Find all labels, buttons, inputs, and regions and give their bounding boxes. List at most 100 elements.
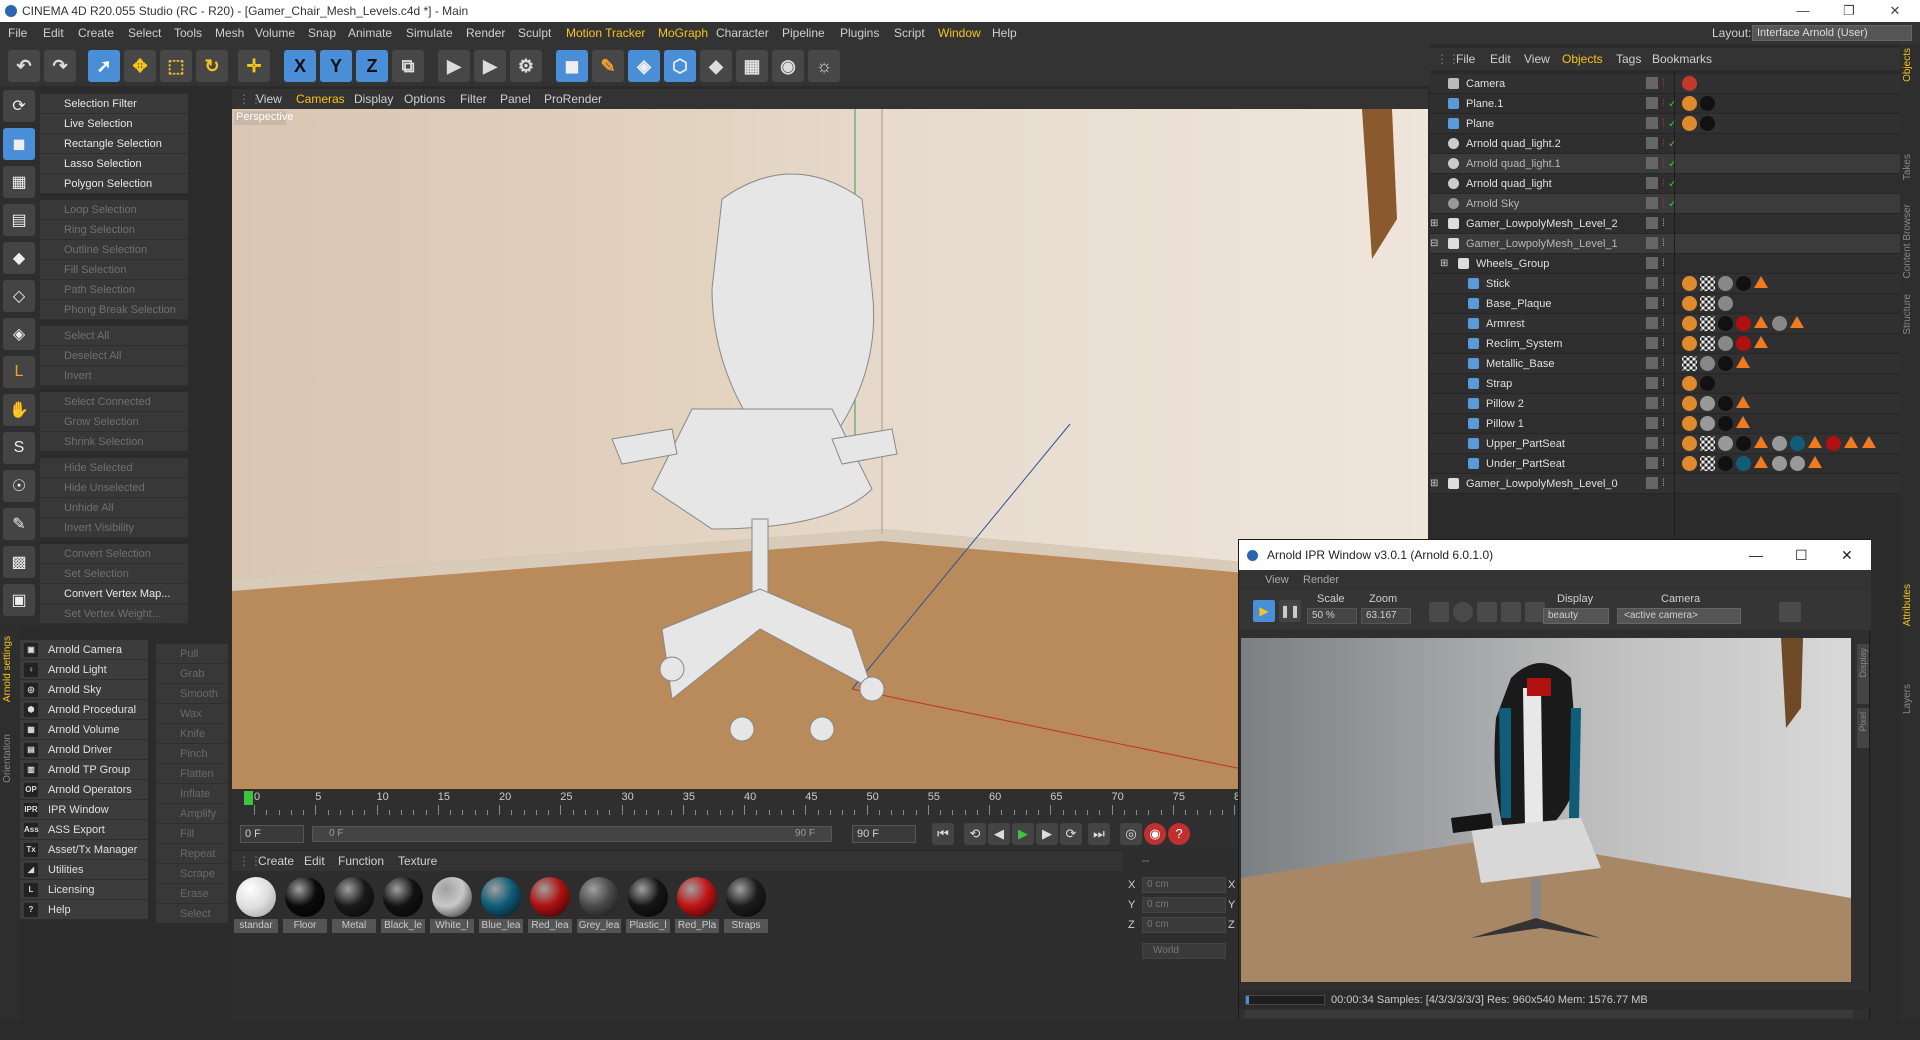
crop-icon[interactable]	[1477, 602, 1497, 622]
menu-item-live-selection[interactable]: Live Selection	[40, 114, 188, 134]
object-name[interactable]: Pillow 2	[1486, 394, 1524, 414]
material-swatch[interactable]: Red_Pla	[675, 875, 719, 933]
play-icon[interactable]: ▶	[1012, 823, 1034, 845]
menu-create[interactable]: Create	[78, 22, 114, 44]
arnold-menu-arnold-procedural[interactable]: ⬢ Arnold Procedural	[20, 700, 148, 720]
arnold-menu-arnold-light[interactable]: ♀ Arnold Light	[20, 660, 148, 680]
object-row[interactable]: ⊟ Gamer_LowpolyMesh_Level_1 ⁞	[1430, 234, 1900, 254]
viewport-menu-cameras[interactable]: Cameras	[296, 89, 345, 109]
object-row[interactable]: Camera ⁞	[1430, 74, 1900, 94]
prev-frame-icon[interactable]: ◀	[988, 823, 1010, 845]
visibility-dots-icon[interactable]: ⁞	[1662, 234, 1665, 254]
object-name[interactable]: Upper_PartSeat	[1486, 434, 1565, 454]
display-dropdown[interactable]: beauty	[1543, 608, 1609, 624]
material-tag-icon[interactable]	[1754, 276, 1768, 288]
points-mode-icon[interactable]: ◆	[3, 242, 35, 274]
maximize-button[interactable]: ❐	[1826, 0, 1872, 22]
visibility-dots-icon[interactable]: ⁞	[1662, 434, 1665, 454]
ipr-horizontal-scrollbar[interactable]	[1245, 1010, 1853, 1018]
layer-visibility-icon[interactable]	[1646, 237, 1658, 249]
material-swatch[interactable]: standar	[234, 875, 278, 933]
object-name[interactable]: Gamer_LowpolyMesh_Level_2	[1466, 214, 1618, 234]
cube-icon[interactable]: ◼	[556, 50, 588, 82]
material-tag-icon[interactable]	[1790, 456, 1805, 471]
material-tag-icon[interactable]	[1700, 316, 1715, 331]
material-tag-icon[interactable]	[1700, 396, 1715, 411]
menu-item-lasso-selection[interactable]: Lasso Selection	[40, 154, 188, 174]
material-tag-icon[interactable]	[1682, 336, 1697, 351]
object-name[interactable]: Plane.1	[1466, 94, 1503, 114]
edges-mode-icon[interactable]: ◇	[3, 280, 35, 312]
scale-field[interactable]: 50 %	[1307, 608, 1357, 624]
layer-visibility-icon[interactable]	[1646, 317, 1658, 329]
visibility-dots-icon[interactable]: ⁞	[1662, 254, 1665, 274]
side-tab-layers[interactable]: Layers	[1902, 684, 1913, 714]
visibility-dots-icon[interactable]: ⁞	[1662, 174, 1665, 194]
enabled-check-icon[interactable]: ✓	[1668, 194, 1677, 214]
menu-character[interactable]: Character	[716, 22, 769, 44]
menu-select[interactable]: Select	[128, 22, 161, 44]
material-tag-icon[interactable]	[1718, 396, 1733, 411]
object-name[interactable]: Under_PartSeat	[1486, 454, 1565, 474]
material-tag-icon[interactable]	[1700, 376, 1715, 391]
object-row[interactable]: Arnold Sky ⁞ ✓	[1430, 194, 1900, 214]
layer-visibility-icon[interactable]	[1646, 337, 1658, 349]
material-tag-icon[interactable]	[1844, 436, 1858, 448]
layer-visibility-icon[interactable]	[1646, 257, 1658, 269]
coord-field-x[interactable]: 0 cm	[1142, 877, 1226, 893]
material-tag-icon[interactable]	[1826, 436, 1841, 451]
visibility-dots-icon[interactable]: ⁞	[1662, 114, 1665, 134]
record-icon[interactable]: ◉	[1144, 823, 1166, 845]
material-tag-icon[interactable]	[1682, 416, 1697, 431]
ipr-tab-display[interactable]: Display	[1857, 644, 1869, 704]
arnold-menu-arnold-tp-group[interactable]: ▥ Arnold TP Group	[20, 760, 148, 780]
autokey-icon[interactable]: ?	[1168, 823, 1190, 845]
next-key-icon[interactable]: ⟳	[1060, 823, 1082, 845]
material-tag-icon[interactable]	[1736, 276, 1751, 291]
object-row[interactable]: Plane.1 ⁞ ✓	[1430, 94, 1900, 114]
arnold-menu-ipr-window[interactable]: IPR IPR Window	[20, 800, 148, 820]
material-tag-icon[interactable]	[1700, 456, 1715, 471]
object-menu-edit[interactable]: Edit	[1490, 48, 1511, 70]
camera-dropdown[interactable]: <active camera>	[1617, 608, 1741, 624]
object-row[interactable]: Pillow 1 ⁞	[1430, 414, 1900, 434]
camera-icon[interactable]: ◉	[772, 50, 804, 82]
object-row[interactable]: Armrest ⁞	[1430, 314, 1900, 334]
object-name[interactable]: Arnold quad_light	[1466, 174, 1552, 194]
brush-icon[interactable]	[1525, 602, 1545, 622]
material-tag-icon[interactable]	[1700, 296, 1715, 311]
material-tag-icon[interactable]	[1736, 336, 1751, 351]
enabled-check-icon[interactable]: ✓	[1668, 154, 1677, 174]
visibility-dots-icon[interactable]: ⁞	[1662, 74, 1665, 94]
range-slider[interactable]: 0 F 90 F	[312, 826, 832, 842]
material-tag-icon[interactable]	[1718, 416, 1733, 431]
workplane-lock-icon[interactable]: ▩	[3, 546, 35, 578]
object-row[interactable]: Metallic_Base ⁞	[1430, 354, 1900, 374]
viewport-menu-view[interactable]: View	[256, 89, 282, 109]
material-swatch[interactable]: White_l	[430, 875, 474, 933]
arnold-menu-arnold-driver[interactable]: ▤ Arnold Driver	[20, 740, 148, 760]
material-tag-icon[interactable]	[1682, 316, 1697, 331]
object-row[interactable]: Base_Plaque ⁞	[1430, 294, 1900, 314]
visibility-dots-icon[interactable]: ⁞	[1662, 454, 1665, 474]
layer-visibility-icon[interactable]	[1646, 457, 1658, 469]
layer-visibility-icon[interactable]	[1646, 377, 1658, 389]
ipr-maximize-button[interactable]: ☐	[1795, 540, 1808, 570]
object-name[interactable]: Arnold quad_light.2	[1466, 134, 1561, 154]
material-swatch[interactable]: Grey_lea	[577, 875, 621, 933]
viewport-menu-filter[interactable]: Filter	[460, 89, 487, 109]
object-row[interactable]: Plane ⁞ ✓	[1430, 114, 1900, 134]
object-row[interactable]: Upper_PartSeat ⁞	[1430, 434, 1900, 454]
lock-x-icon[interactable]: X	[284, 50, 316, 82]
expand-toggle-icon[interactable]: ⊞	[1430, 474, 1438, 494]
material-tag-icon[interactable]	[1736, 356, 1750, 368]
material-tag-icon[interactable]	[1682, 76, 1697, 91]
material-menu-create[interactable]: Create	[258, 851, 294, 871]
arnold-menu-arnold-camera[interactable]: ▣ Arnold Camera	[20, 640, 148, 660]
viewport-menu-display[interactable]: Display	[354, 89, 393, 109]
material-tag-icon[interactable]	[1700, 356, 1715, 371]
coord-field-z[interactable]: 0 cm	[1142, 917, 1226, 933]
coord-system-icon[interactable]: ⧉	[392, 50, 424, 82]
material-tag-icon[interactable]	[1718, 296, 1733, 311]
snapshot-camera-icon[interactable]	[1779, 602, 1801, 622]
